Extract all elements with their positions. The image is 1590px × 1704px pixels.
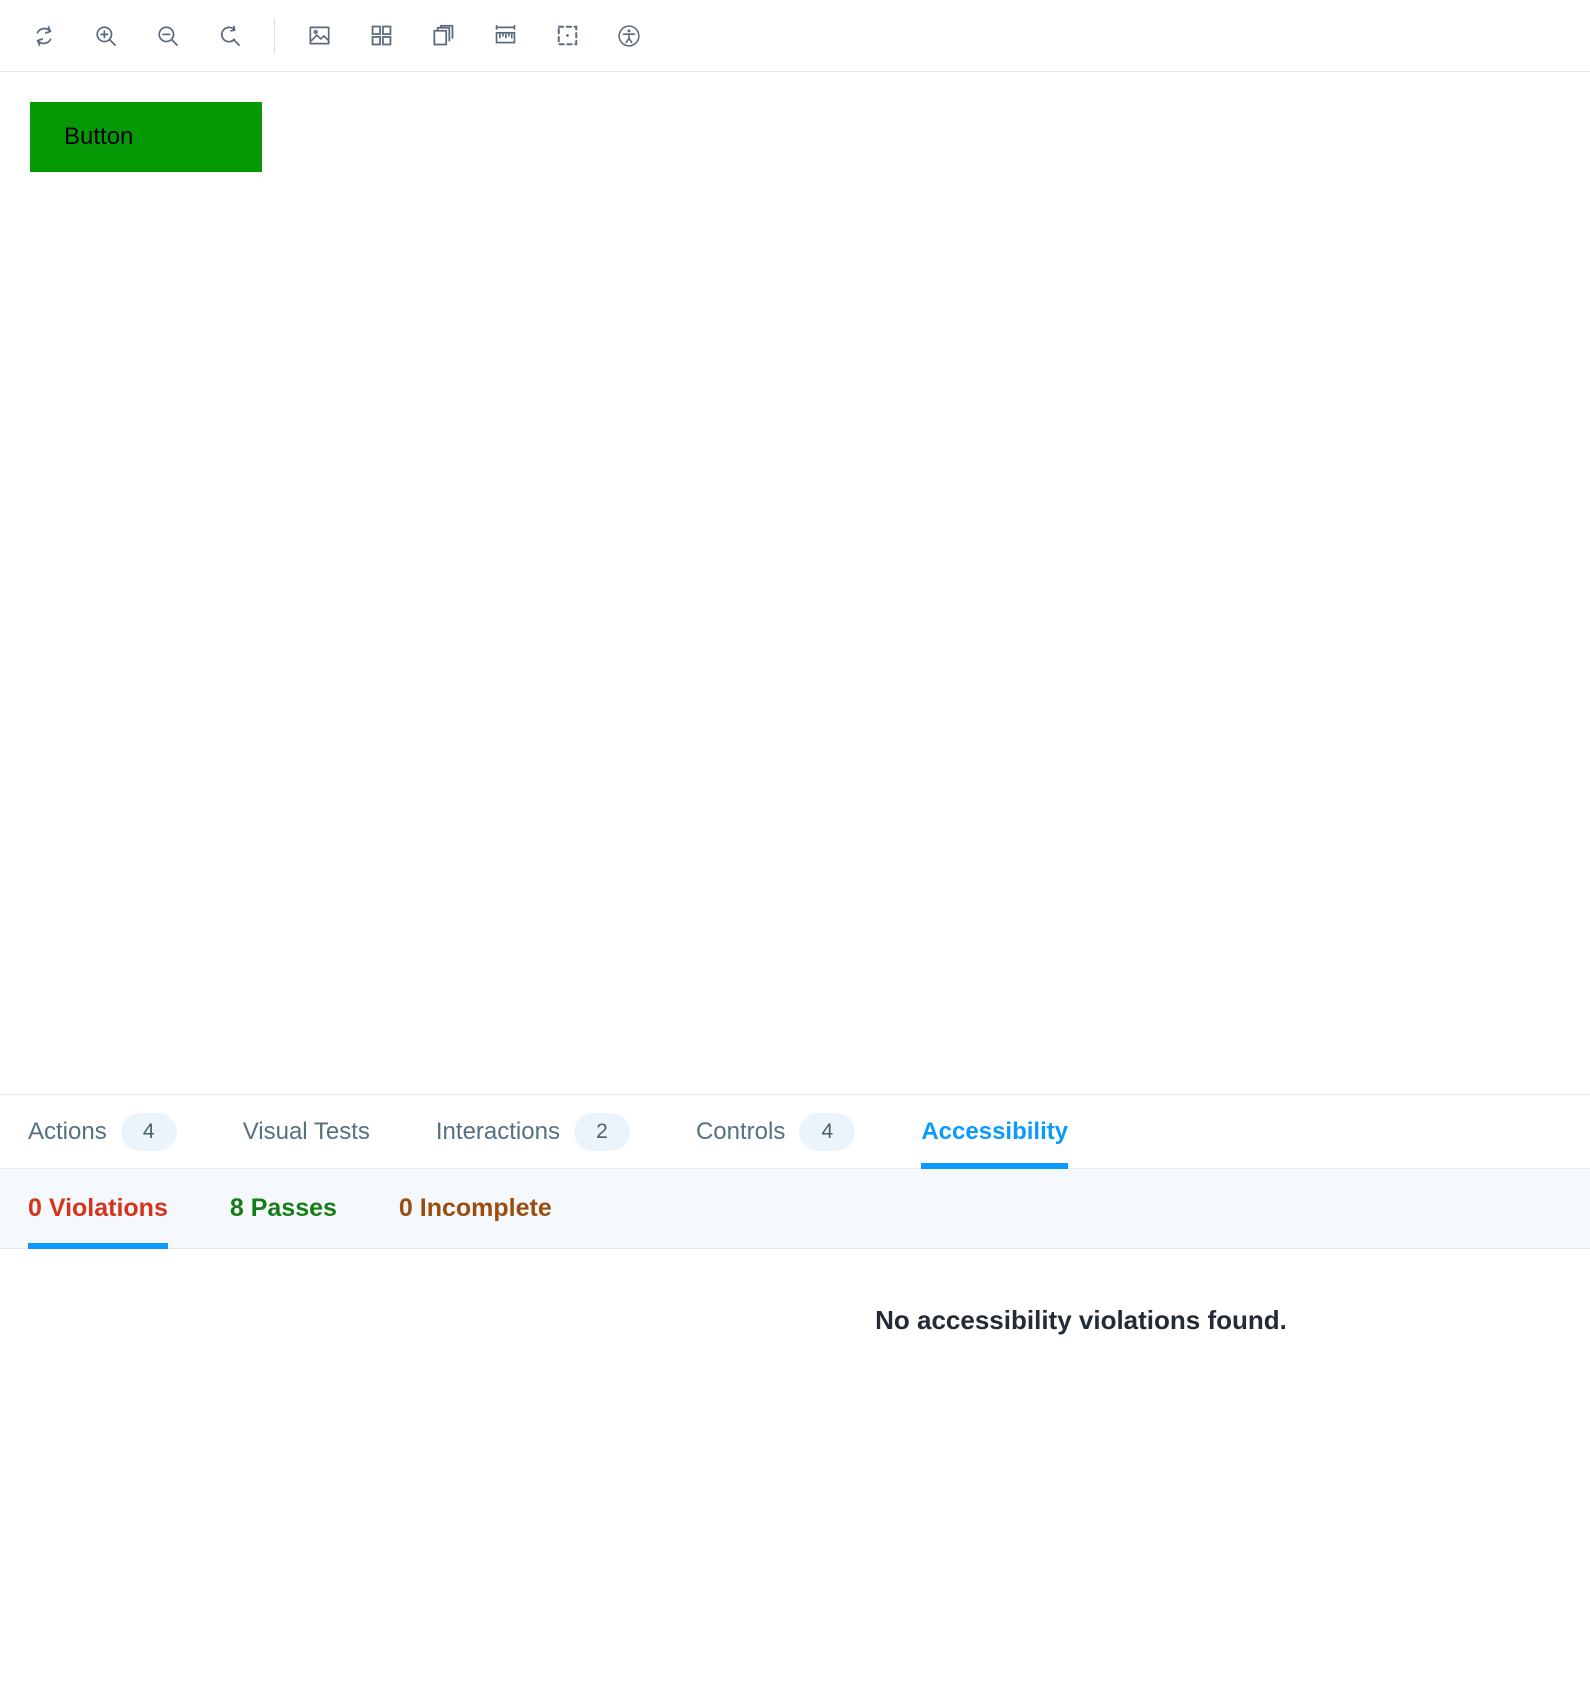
tab-accessibility-label: Accessibility (921, 1117, 1069, 1145)
no-violations-message: No accessibility violations found. (875, 1305, 1287, 1335)
measure-icon (493, 23, 518, 48)
subtab-passes-label: 8 Passes (229, 1194, 337, 1222)
grid-icon-button[interactable] (359, 14, 403, 58)
outline-icon (555, 23, 580, 48)
tab-interactions-count: 2 (573, 1112, 630, 1151)
accessibility-icon (616, 23, 642, 49)
tab-visual-tests[interactable]: Visual Tests (243, 1095, 396, 1168)
tab-interactions[interactable]: Interactions 2 (436, 1095, 656, 1168)
tab-actions-count: 4 (120, 1112, 177, 1151)
subtab-passes[interactable]: 8 Passes (230, 1169, 367, 1248)
tab-actions[interactable]: Actions 4 (28, 1095, 203, 1168)
tab-controls-label: Controls (695, 1117, 786, 1145)
story-button[interactable]: Button (30, 102, 262, 172)
measure-icon-button[interactable] (483, 14, 527, 58)
tab-accessibility[interactable]: Accessibility (921, 1095, 1094, 1169)
accessibility-results: No accessibility violations found. (0, 1249, 1590, 1704)
subtab-violations-label: 0 Violations (28, 1194, 168, 1222)
zoom-reset-icon (217, 23, 243, 49)
toolbar-divider (274, 17, 275, 54)
zoom-in-icon (93, 23, 119, 49)
outline-icon-button[interactable] (545, 14, 589, 58)
addon-panel: Actions 4 Visual Tests Interactions 2 Co… (0, 1094, 1590, 1704)
remount-icon-button[interactable] (22, 14, 66, 58)
storybook-app: Button Actions 4 Visual Tests Interactio… (0, 0, 1590, 1704)
zoom-out-icon (155, 23, 181, 49)
remount-icon (31, 23, 57, 49)
preview-canvas: Button (0, 72, 1590, 1094)
preview-toolbar (0, 0, 1590, 72)
viewport-icon (431, 23, 456, 48)
background-image-icon (307, 23, 332, 48)
subtab-incomplete[interactable]: 0 Incomplete (399, 1169, 582, 1248)
zoom-in-icon-button[interactable] (84, 14, 128, 58)
subtab-incomplete-label: 0 Incomplete (398, 1194, 552, 1222)
background-image-icon-button[interactable] (297, 14, 341, 58)
viewport-icon-button[interactable] (421, 14, 465, 58)
tab-controls-count: 4 (799, 1112, 856, 1151)
accessibility-subtablist: 0 Violations 8 Passes 0 Incomplete (0, 1169, 1590, 1249)
tab-interactions-label: Interactions (435, 1117, 560, 1145)
subtab-violations[interactable]: 0 Violations (28, 1169, 198, 1249)
tab-controls[interactable]: Controls 4 (696, 1095, 881, 1168)
addon-panel-tablist: Actions 4 Visual Tests Interactions 2 Co… (0, 1095, 1590, 1169)
tab-actions-label: Actions (28, 1117, 107, 1145)
grid-icon (369, 23, 394, 48)
accessibility-icon-button[interactable] (607, 14, 651, 58)
tab-visual-tests-label: Visual Tests (242, 1117, 370, 1145)
zoom-reset-icon-button[interactable] (208, 14, 252, 58)
zoom-out-icon-button[interactable] (146, 14, 190, 58)
